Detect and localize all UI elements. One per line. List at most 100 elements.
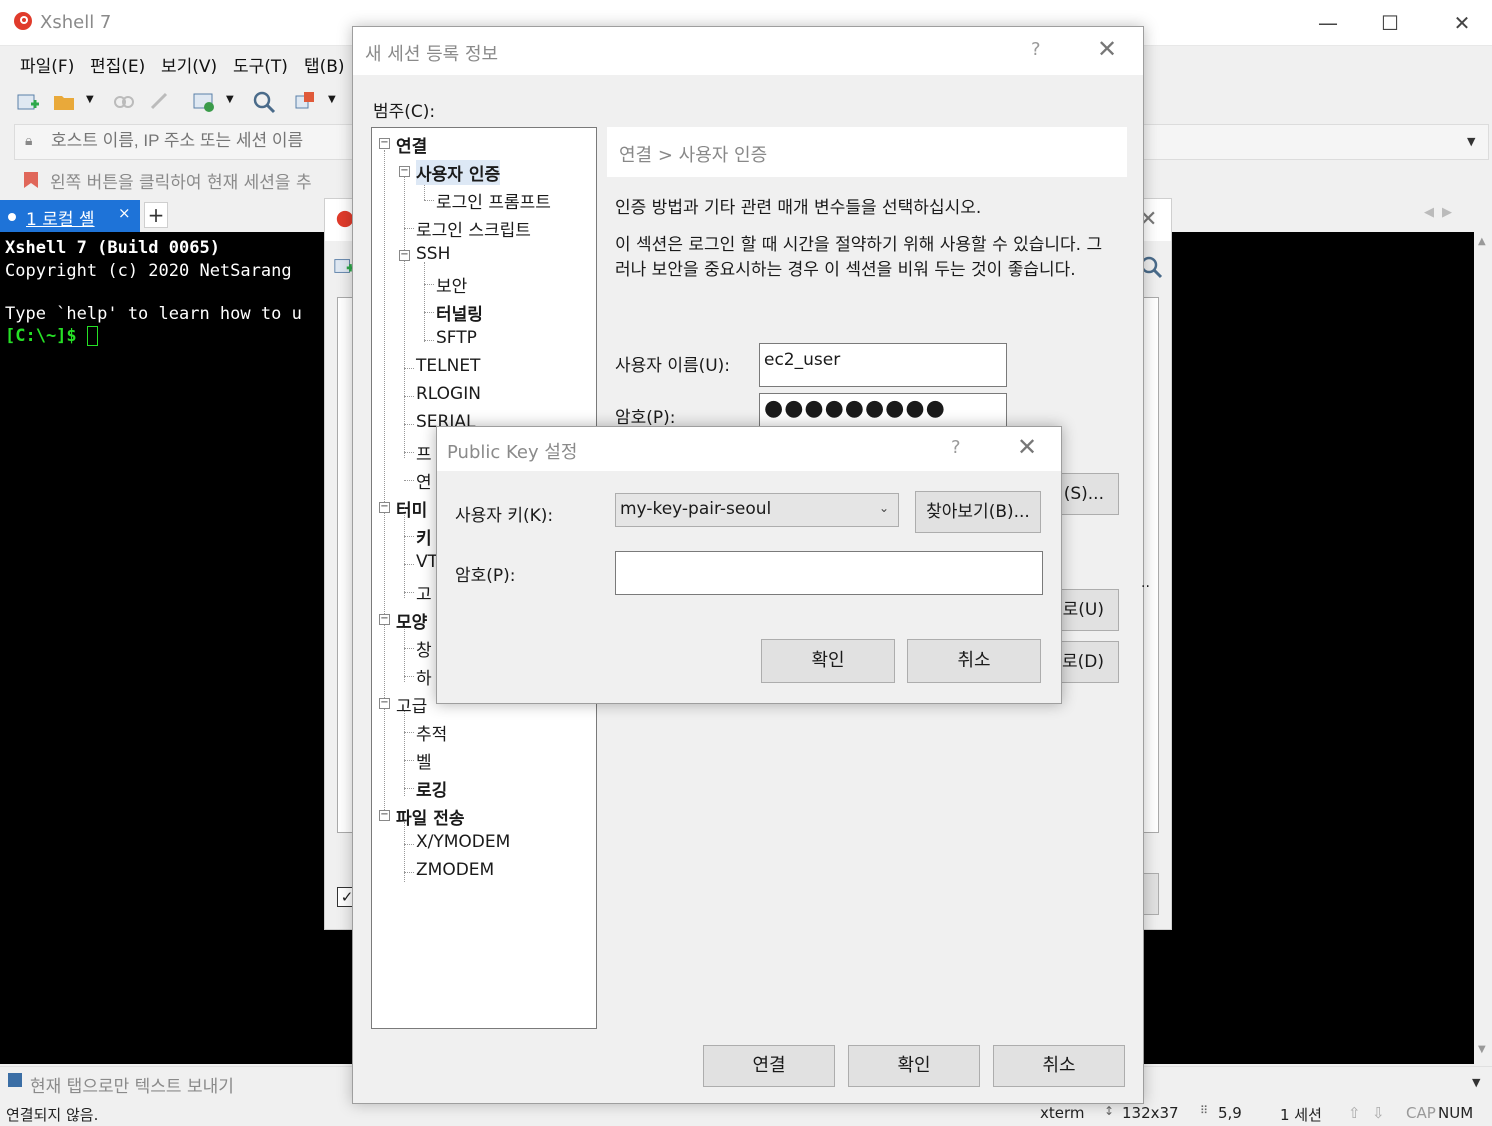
session-next-icon[interactable]: ⇩ — [1372, 1104, 1385, 1122]
menu-view[interactable]: 보기(V) — [161, 52, 217, 77]
terminal-scrollbar[interactable]: ▲ ▼ — [1474, 232, 1492, 1064]
app-title: Xshell 7 — [40, 12, 112, 33]
cancel-button[interactable]: 취소 — [907, 639, 1041, 683]
tree-node-zmodem[interactable]: ZMODEM — [416, 860, 494, 880]
tree-collapse-icon[interactable]: − — [379, 810, 390, 821]
settings-dropdown-icon[interactable]: ▼ — [226, 94, 234, 105]
scroll-down-icon[interactable]: ▼ — [1478, 1044, 1486, 1055]
tree-line — [384, 150, 385, 820]
tree-node-security[interactable]: 보안 — [436, 272, 467, 297]
tree-collapse-icon[interactable]: − — [379, 502, 390, 513]
close-icon[interactable]: ✕ — [1017, 433, 1037, 461]
tree-node-terminal-advanced[interactable]: 고 — [416, 580, 432, 605]
tree-node-xymodem[interactable]: X/YMODEM — [416, 832, 510, 852]
tree-node-rlogin[interactable]: RLOGIN — [416, 384, 481, 404]
add-tab-button[interactable]: + — [144, 202, 168, 228]
search-icon[interactable] — [252, 90, 276, 114]
tree-collapse-icon[interactable]: − — [379, 698, 390, 709]
tree-node-connection[interactable]: 연결 — [396, 132, 427, 157]
tree-node-terminal[interactable]: 터미 — [396, 496, 427, 521]
close-icon[interactable]: ✕ — [1097, 35, 1117, 63]
maximize-button[interactable]: ☐ — [1360, 6, 1420, 40]
tree-node-ssh[interactable]: SSH — [416, 244, 450, 264]
tree-line — [404, 536, 414, 537]
close-button[interactable]: ✕ — [1432, 6, 1492, 40]
tree-line — [404, 228, 414, 229]
tree-line — [404, 844, 414, 845]
ok-button[interactable]: 확인 — [848, 1045, 980, 1087]
tree-node-telnet[interactable]: TELNET — [416, 356, 480, 376]
caps-lock-indicator: CAP — [1406, 1104, 1436, 1122]
tree-collapse-icon[interactable]: − — [379, 138, 390, 149]
tree-node-login-script[interactable]: 로그인 스크립트 — [416, 216, 531, 241]
layout-icon[interactable] — [294, 90, 318, 114]
tab-local-shell[interactable]: 1 로컬 셸 × — [0, 200, 140, 232]
tree-node-tunneling[interactable]: 터널링 — [436, 300, 483, 325]
open-dropdown-icon[interactable]: ▼ — [86, 94, 94, 105]
tree-node-appearance[interactable]: 모양 — [396, 608, 427, 633]
tree-node-keepalive[interactable]: 연 — [416, 468, 432, 493]
tab-scroll-arrows[interactable]: ◀▶ — [1424, 205, 1460, 220]
browse-button[interactable]: 찾아보기(B)... — [915, 491, 1041, 533]
num-lock-indicator: NUM — [1438, 1104, 1474, 1122]
tree-collapse-icon[interactable]: − — [399, 166, 410, 177]
ok-button[interactable]: 확인 — [761, 639, 895, 683]
tree-node-logging[interactable]: 로깅 — [416, 776, 447, 801]
cursor-pos-icon: ⠿ — [1200, 1104, 1209, 1117]
tree-node-vt-modes[interactable]: VT — [416, 552, 438, 572]
tree-node-login-prompt[interactable]: 로그인 프롬프트 — [436, 188, 551, 213]
tree-node-user-auth[interactable]: 사용자 인증 — [416, 160, 501, 185]
hint-text: 왼쪽 버튼을 클릭하여 현재 세션을 추 — [50, 173, 312, 193]
menu-file[interactable]: 파일(F) — [20, 52, 74, 77]
tree-line — [404, 512, 405, 598]
tree-node-sftp[interactable]: SFTP — [436, 328, 477, 348]
tree-line — [404, 176, 405, 458]
menu-tab[interactable]: 탭(B) — [304, 52, 345, 77]
tab-close-icon[interactable]: × — [118, 204, 131, 222]
tree-line — [404, 872, 414, 873]
tree-line — [424, 200, 434, 201]
connect-button[interactable]: 연결 — [703, 1045, 835, 1087]
minimize-button[interactable]: — — [1298, 6, 1358, 40]
session-count: 1 세션 — [1280, 1106, 1322, 1124]
scroll-up-icon[interactable]: ▲ — [1478, 236, 1486, 247]
tree-node-advanced[interactable]: 고급 — [396, 692, 427, 717]
connection-status: 연결되지 않음. — [6, 1106, 99, 1124]
cursor-position: 5,9 — [1218, 1104, 1242, 1122]
help-icon[interactable]: ? — [1031, 39, 1041, 60]
address-dropdown-icon[interactable]: ▼ — [1467, 135, 1475, 148]
tree-node-highlight[interactable]: 하 — [416, 664, 432, 689]
username-input[interactable]: ec2_user — [759, 343, 1007, 387]
tree-line — [404, 648, 414, 649]
send-icon — [8, 1073, 22, 1087]
tree-line — [424, 312, 434, 313]
tree-node-proxy[interactable]: 프 — [416, 440, 432, 465]
terminal-size: 132x37 — [1122, 1104, 1179, 1122]
menu-edit[interactable]: 편집(E) — [90, 52, 145, 77]
help-icon[interactable]: ? — [951, 437, 961, 458]
tree-collapse-icon[interactable]: − — [379, 614, 390, 625]
passphrase-input[interactable] — [615, 551, 1043, 595]
sendbar-dropdown-icon[interactable]: ▼ — [1472, 1076, 1480, 1089]
tree-node-file-transfer[interactable]: 파일 전송 — [396, 804, 464, 829]
category-label: 범주(C): — [373, 102, 436, 122]
settings-icon[interactable] — [192, 90, 216, 114]
tree-node-window[interactable]: 창 — [416, 636, 432, 661]
chevron-down-icon[interactable]: ⌄ — [879, 501, 889, 515]
tree-collapse-icon[interactable]: − — [399, 250, 410, 261]
menu-tools[interactable]: 도구(T) — [233, 52, 288, 77]
open-folder-icon[interactable] — [52, 90, 76, 114]
user-key-select[interactable]: my-key-pair-seoul — [615, 493, 899, 527]
new-session-icon[interactable] — [16, 90, 40, 114]
public-key-dialog: Public Key 설정 ? ✕ 사용자 키(K): my-key-pair-… — [436, 426, 1062, 704]
new-session-titlebar: 새 세션 등록 정보 ? ✕ — [353, 27, 1143, 75]
tree-line — [424, 284, 434, 285]
cancel-button[interactable]: 취소 — [993, 1045, 1125, 1087]
tree-node-keyboard[interactable]: 키 — [416, 524, 432, 549]
cursor — [86, 326, 98, 346]
lock-icon: 🔒︎ — [25, 133, 33, 149]
session-prev-icon[interactable]: ⇧ — [1348, 1104, 1361, 1122]
tree-node-trace[interactable]: 추적 — [416, 720, 447, 745]
layout-dropdown-icon[interactable]: ▼ — [328, 94, 336, 105]
tree-node-bell[interactable]: 벨 — [416, 748, 432, 773]
